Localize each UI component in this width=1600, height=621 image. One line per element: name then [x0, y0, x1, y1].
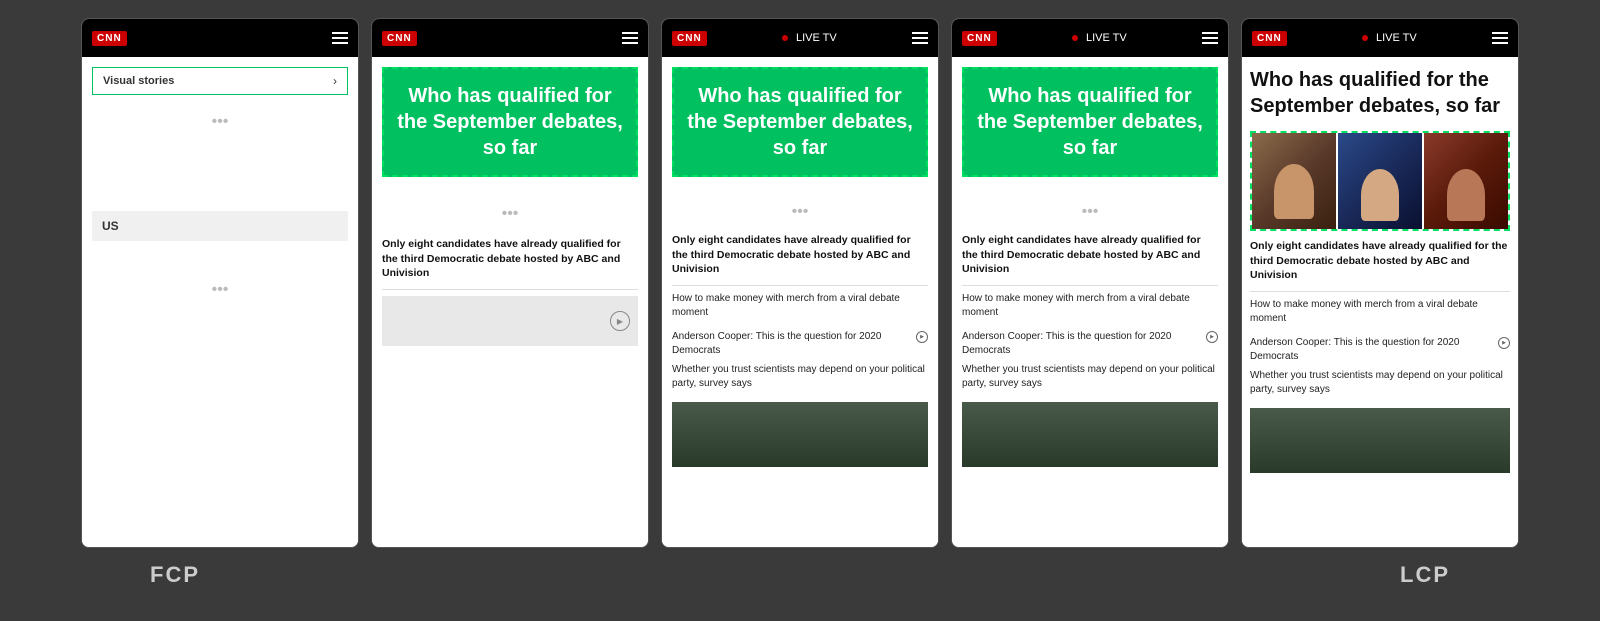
visual-stories-bar[interactable]: Visual stories › [92, 67, 348, 95]
cnn-bar-2: CNN [372, 19, 648, 57]
loading-dots-4: ••• [672, 203, 928, 221]
main-article-5: Only eight candidates have already quali… [1250, 239, 1510, 283]
live-dot-5 [1362, 35, 1368, 41]
sub-article-4-3: Whether you trust scientists may depend … [962, 363, 1218, 396]
play-icon-3-2[interactable] [916, 331, 928, 343]
main-article-2: Only eight candidates have already quali… [382, 237, 638, 281]
live-tv-label-4: LIVE TV [1086, 32, 1127, 44]
debate-image-1 [1252, 133, 1336, 229]
live-dot-3 [782, 35, 788, 41]
phone-content-5: Who has qualified for the September deba… [1242, 57, 1518, 547]
headline-box-2: Who has qualified for the September deba… [382, 67, 638, 177]
cnn-bar-right-3: LIVE TV [782, 32, 837, 44]
cnn-logo-5: CNN [1252, 31, 1287, 46]
hamburger-icon-4[interactable] [1202, 32, 1218, 44]
play-icon-5-2[interactable] [1498, 337, 1510, 349]
phone-content-2: Who has qualified for the September deba… [372, 57, 648, 547]
screenshots-row: CNN Visual stories › ••• US ••• CNN [0, 0, 1600, 556]
headline-box-4: Who has qualified for the September deba… [962, 67, 1218, 177]
sub-article-4-1: How to make money with merch from a vira… [962, 292, 1218, 325]
phone-frame-1: CNN Visual stories › ••• US ••• [81, 18, 359, 548]
cnn-bar-4: CNN LIVE TV [952, 19, 1228, 57]
phone-frame-3: CNN LIVE TV Who has qualified for the Se… [661, 18, 939, 548]
phone-content-4: Who has qualified for the September deba… [952, 57, 1228, 547]
headline-text-5: Who has qualified for the September deba… [1250, 63, 1510, 123]
sub-article-5-3: Whether you trust scientists may depend … [1250, 369, 1510, 402]
cnn-bar-1: CNN [82, 19, 358, 57]
loading-dots-1: ••• [92, 113, 348, 131]
article-content-5: Only eight candidates have already quali… [1242, 235, 1518, 477]
main-article-3: Only eight candidates have already quali… [672, 233, 928, 277]
arrow-right-icon: › [333, 74, 337, 88]
bottom-thumbnail-4 [962, 402, 1218, 467]
cnn-logo-1: CNN [92, 31, 127, 46]
sub-article-4-2: Anderson Cooper: This is the question fo… [962, 330, 1218, 358]
loading-dots-2: ••• [92, 281, 348, 299]
hamburger-icon-3[interactable] [912, 32, 928, 44]
us-label: US [92, 211, 348, 241]
play-icon-4-2[interactable] [1206, 331, 1218, 343]
live-dot-4 [1072, 35, 1078, 41]
article-content-2: ••• Only eight candidates have already q… [372, 187, 648, 360]
phone-frame-5: CNN LIVE TV Who has qualified for the Se… [1241, 18, 1519, 548]
cnn-bar-right-4: LIVE TV [1072, 32, 1127, 44]
phone-frame-2: CNN Who has qualified for the September … [371, 18, 649, 548]
headline-text-4: Who has qualified for the September deba… [976, 83, 1204, 161]
cnn-bar-3: CNN LIVE TV [662, 19, 938, 57]
fcp-label: FCP [150, 562, 200, 588]
cnn-logo-2: CNN [382, 31, 417, 46]
hamburger-icon-5[interactable] [1492, 32, 1508, 44]
sub-article-3-1: How to make money with merch from a vira… [672, 292, 928, 325]
sub-article-3-3: Whether you trust scientists may depend … [672, 363, 928, 396]
lcp-label: LCP [1400, 562, 1450, 588]
hamburger-icon-1[interactable] [332, 32, 348, 44]
video-placeholder [382, 296, 638, 346]
sub-article-5-2: Anderson Cooper: This is the question fo… [1250, 336, 1510, 364]
live-tv-label-3: LIVE TV [796, 32, 837, 44]
cnn-bar-right-5: LIVE TV [1362, 32, 1417, 44]
phone-content-1: Visual stories › ••• US ••• [82, 57, 358, 547]
live-tv-label-5: LIVE TV [1376, 32, 1417, 44]
sub-article-3-2: Anderson Cooper: This is the question fo… [672, 330, 928, 358]
debate-image-3 [1424, 133, 1508, 229]
debate-images [1250, 131, 1510, 231]
main-article-4: Only eight candidates have already quali… [962, 233, 1218, 277]
article-content-4: ••• Only eight candidates have already q… [952, 187, 1228, 475]
debate-image-2 [1338, 133, 1422, 229]
labels-row: FCP LCP [0, 562, 1600, 588]
cnn-bar-5: CNN LIVE TV [1242, 19, 1518, 57]
cnn-logo-3: CNN [672, 31, 707, 46]
loading-dots-5: ••• [962, 203, 1218, 221]
phone-content-3: Who has qualified for the September deba… [662, 57, 938, 547]
hamburger-icon-2[interactable] [622, 32, 638, 44]
headline-text-2: Who has qualified for the September deba… [396, 83, 624, 161]
loading-dots-3: ••• [382, 205, 638, 223]
bottom-thumbnail-3 [672, 402, 928, 467]
cnn-logo-4: CNN [962, 31, 997, 46]
headline-box-3: Who has qualified for the September deba… [672, 67, 928, 177]
headline-text-3: Who has qualified for the September deba… [686, 83, 914, 161]
article-content-3: ••• Only eight candidates have already q… [662, 187, 938, 475]
video-play-button[interactable] [610, 311, 630, 331]
visual-stories-label: Visual stories [103, 75, 174, 87]
phone-frame-4: CNN LIVE TV Who has qualified for the Se… [951, 18, 1229, 548]
bottom-thumbnail-5 [1250, 408, 1510, 473]
sub-article-5-1: How to make money with merch from a vira… [1250, 298, 1510, 331]
